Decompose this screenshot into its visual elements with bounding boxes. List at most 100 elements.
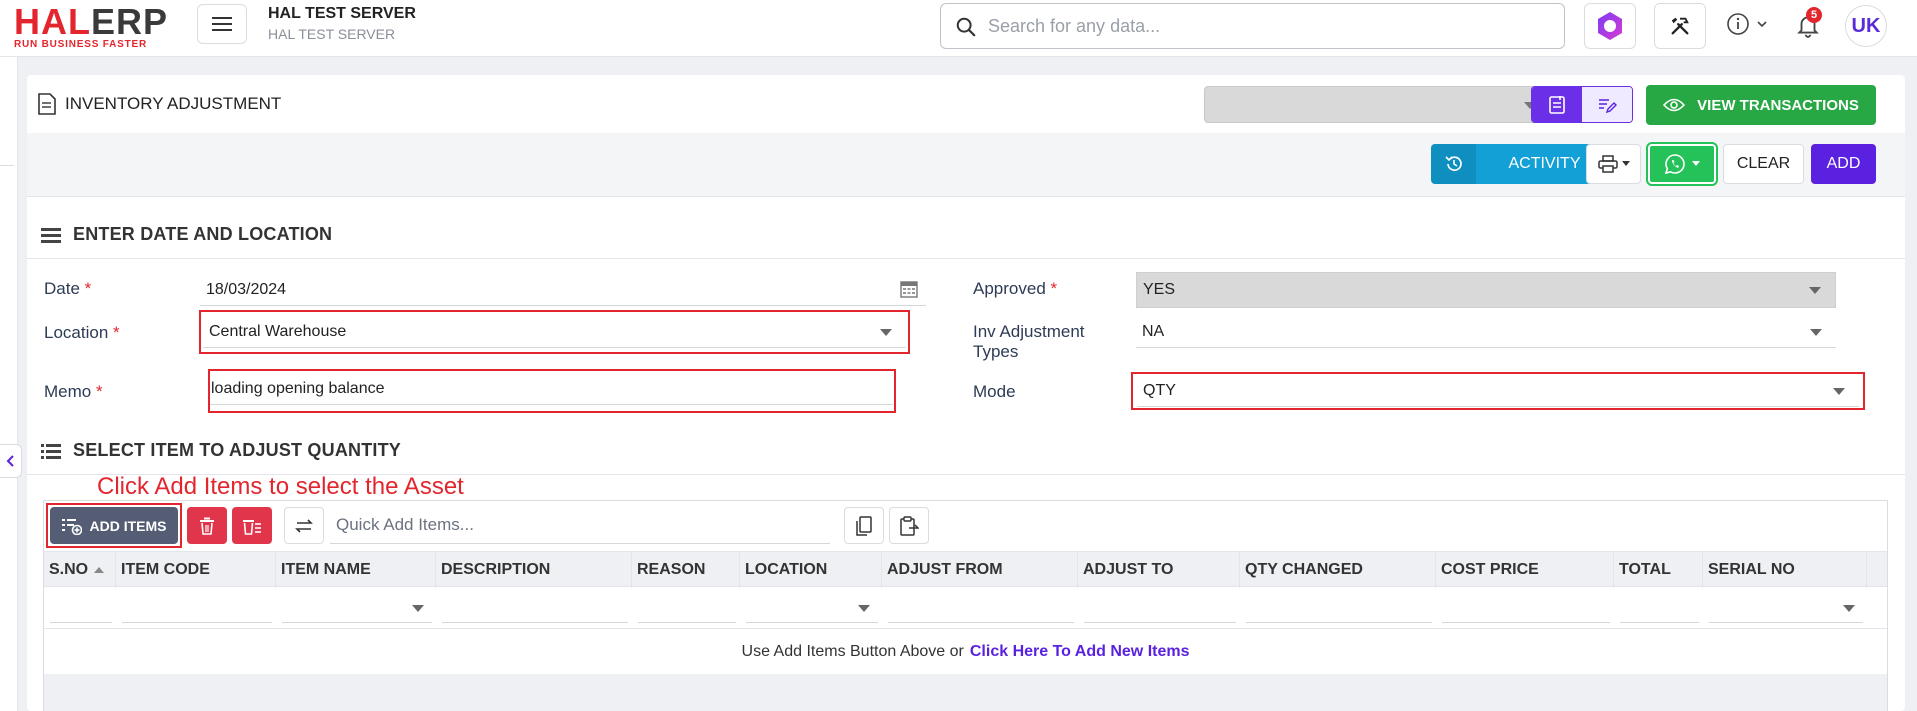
hamburger-icon (212, 23, 232, 25)
filter-input[interactable] (1442, 593, 1610, 623)
location-label: Location * (44, 323, 120, 343)
grid-footer-row (44, 674, 1887, 711)
sidebar-expand-button[interactable] (0, 444, 22, 478)
filter-input[interactable] (1620, 593, 1699, 623)
column-header[interactable]: LOCATION (740, 552, 882, 588)
column-header[interactable]: ADJUST FROM (882, 552, 1078, 588)
section-divider (27, 258, 1905, 259)
search-icon (956, 17, 976, 37)
column-header-label: ADJUST TO (1083, 561, 1174, 578)
delete-all-icon (243, 519, 261, 535)
memo-label: Memo * (44, 382, 103, 402)
filter-input[interactable] (638, 593, 736, 623)
required-mark: * (113, 323, 120, 342)
filter-input[interactable] (442, 593, 628, 623)
edit-list-view-button[interactable] (1582, 87, 1632, 122)
date-label-text: Date (44, 279, 80, 298)
calendar-icon[interactable] (900, 280, 918, 298)
column-header-label: REASON (637, 561, 706, 578)
clear-button[interactable]: CLEAR (1723, 144, 1804, 184)
info-icon (1727, 13, 1749, 35)
chevron-down-icon (412, 605, 424, 612)
filter-input[interactable] (50, 593, 112, 623)
help-dropdown[interactable] (1726, 12, 1768, 36)
column-header[interactable]: ADJUST TO (1078, 552, 1240, 588)
view-transactions-label: VIEW TRANSACTIONS (1697, 96, 1859, 114)
apps-button[interactable] (1584, 3, 1636, 49)
required-mark: * (1050, 279, 1058, 298)
date-label: Date * (44, 279, 91, 299)
filter-input[interactable] (888, 593, 1074, 623)
column-header-label: ADJUST FROM (887, 561, 1003, 578)
filter-select[interactable] (1709, 593, 1863, 623)
top-bar: HALERP RUN BUSINESS FASTER HAL TEST SERV… (0, 0, 1917, 57)
column-header[interactable]: SERIAL NO (1703, 552, 1867, 588)
grid-header-row: S.NO ITEM CODE ITEM NAME DESCRIPTION REA… (44, 551, 1887, 588)
memo-highlight-box (208, 369, 896, 413)
paste-button[interactable] (889, 507, 929, 544)
tutorial-annotation: Click Add Items to select the Asset (97, 473, 464, 500)
notification-badge: 5 (1806, 7, 1822, 23)
column-header[interactable]: QTY CHANGED (1240, 552, 1436, 588)
add-new-items-link[interactable]: Click Here To Add New Items (970, 643, 1190, 661)
edit-list-icon (1599, 98, 1617, 113)
filter-input[interactable] (1246, 593, 1432, 623)
mode-label: Mode (973, 382, 1016, 401)
whatsapp-share-button[interactable] (1646, 142, 1718, 186)
menu-toggle-button[interactable] (197, 4, 247, 44)
delete-row-button[interactable] (187, 507, 227, 544)
list-icon (41, 443, 61, 459)
history-icon-wrap (1431, 144, 1476, 184)
column-header-label: DESCRIPTION (441, 561, 551, 578)
column-header[interactable]: ITEM CODE (116, 552, 276, 588)
mode-highlight-box (1131, 372, 1865, 410)
filter-input[interactable] (122, 593, 272, 623)
add-button[interactable]: ADD (1811, 144, 1876, 184)
date-field[interactable]: 18/03/2024 (200, 274, 926, 306)
column-header-label: ITEM NAME (281, 561, 371, 578)
approved-select[interactable]: YES (1136, 272, 1836, 308)
required-mark: * (95, 382, 103, 401)
column-header[interactable]: TOTAL (1614, 552, 1703, 588)
types-label: Inv Adjustment Types (973, 322, 1085, 362)
filter-input[interactable] (1084, 593, 1236, 623)
column-header[interactable]: REASON (632, 552, 740, 588)
printer-icon (1597, 155, 1618, 173)
logo[interactable]: HALERP RUN BUSINESS FASTER (14, 1, 184, 51)
template-select[interactable] (1204, 86, 1547, 123)
approved-label: Approved * (973, 279, 1057, 299)
tools-button[interactable] (1654, 3, 1706, 49)
chevron-left-icon (6, 455, 14, 467)
types-value: NA (1142, 322, 1165, 340)
new-form-view-button[interactable] (1532, 87, 1582, 122)
search-input[interactable] (988, 13, 1548, 39)
print-dropdown-button[interactable] (1586, 144, 1641, 184)
chevron-down-icon (1809, 287, 1821, 294)
chevron-down-icon (1843, 605, 1855, 612)
swap-button[interactable] (284, 507, 324, 544)
section-items-header: SELECT ITEM TO ADJUST QUANTITY (41, 440, 401, 461)
tools-icon (1671, 17, 1689, 35)
view-mode-toggle (1531, 86, 1633, 123)
column-header[interactable]: COST PRICE (1436, 552, 1614, 588)
column-header[interactable]: DESCRIPTION (436, 552, 632, 588)
delete-all-button[interactable] (232, 507, 272, 544)
view-transactions-button[interactable]: VIEW TRANSACTIONS (1646, 85, 1876, 125)
eye-icon (1663, 98, 1686, 112)
adjustment-types-select[interactable]: NA (1136, 316, 1836, 348)
types-label-line1: Inv Adjustment (973, 322, 1085, 341)
logo-erp: ERP (91, 1, 169, 42)
copy-button[interactable] (844, 507, 884, 544)
location-highlight-box (199, 310, 910, 354)
column-header[interactable]: S.NO (44, 552, 116, 588)
sort-ascending-icon (94, 567, 105, 573)
column-header-label: SERIAL NO (1708, 561, 1795, 578)
filter-select[interactable] (282, 593, 432, 623)
whatsapp-icon (1664, 154, 1685, 175)
filter-select[interactable] (746, 593, 878, 623)
user-avatar[interactable]: UK (1845, 5, 1887, 47)
column-header[interactable]: ITEM NAME (276, 552, 436, 588)
quick-add-input[interactable] (330, 507, 830, 544)
copy-icon (856, 515, 872, 536)
column-header-label: QTY CHANGED (1245, 561, 1363, 578)
